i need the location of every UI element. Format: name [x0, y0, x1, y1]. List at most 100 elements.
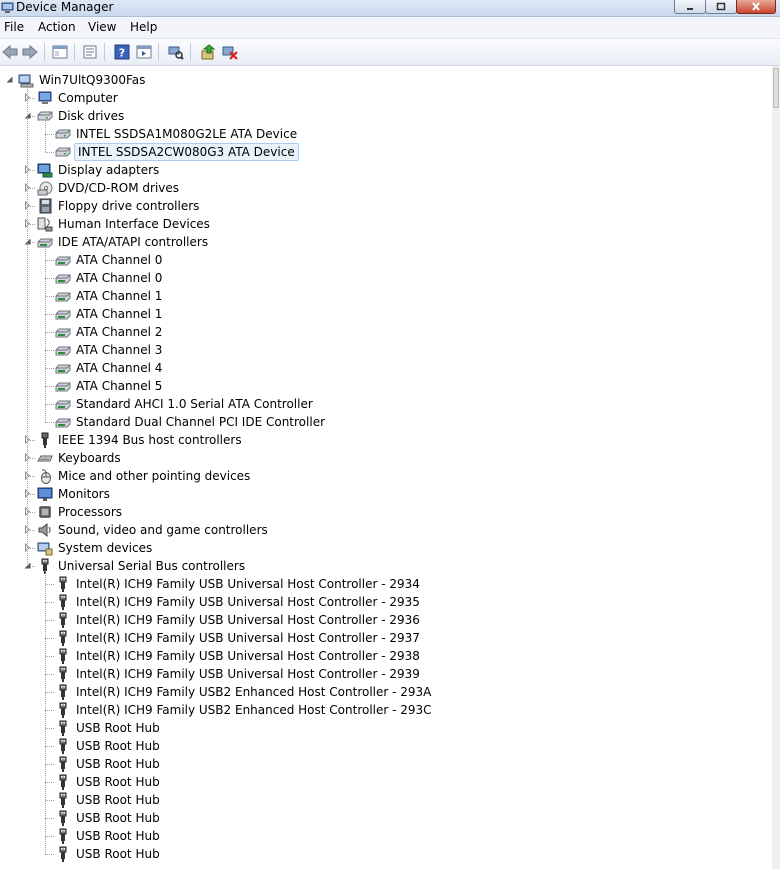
tree-connector: [45, 278, 54, 279]
tree-item-label: Sound, video and game controllers: [58, 523, 268, 537]
tree-connector: [45, 746, 54, 747]
tree-device-item[interactable]: USB Root Hub: [55, 773, 162, 791]
tree-category-item[interactable]: IEEE 1394 Bus host controllers: [37, 431, 244, 449]
up-one-level-button[interactable]: [50, 42, 70, 62]
tree-device-item[interactable]: INTEL SSDSA2CW080G3 ATA Device: [55, 143, 299, 161]
toolbar: ?: [0, 39, 780, 66]
device-manager-icon: [1, 2, 14, 13]
tree-category-item[interactable]: Processors: [37, 503, 124, 521]
toolbar-separator: [104, 43, 105, 61]
uninstall-button[interactable]: [220, 42, 240, 62]
tree-device-item[interactable]: Standard AHCI 1.0 Serial ATA Controller: [55, 395, 315, 413]
tree-device-item[interactable]: USB Root Hub: [55, 809, 162, 827]
usb-icon: [59, 576, 67, 592]
tree-item-label: ATA Channel 5: [76, 379, 163, 393]
tree-category-item[interactable]: Human Interface Devices: [37, 215, 212, 233]
tree-item-label: ATA Channel 1: [76, 289, 163, 303]
tree-category-item[interactable]: Mice and other pointing devices: [37, 467, 252, 485]
tree-device-item[interactable]: Intel(R) ICH9 Family USB Universal Host …: [55, 575, 422, 593]
tree-category-item[interactable]: Sound, video and game controllers: [37, 521, 270, 539]
vertical-scrollbar[interactable]: [772, 66, 780, 869]
tree-item-label: Standard AHCI 1.0 Serial ATA Controller: [76, 397, 313, 411]
tree-category-item[interactable]: System devices: [37, 539, 154, 557]
tree-device-item[interactable]: Intel(R) ICH9 Family USB2 Enhanced Host …: [55, 683, 433, 701]
help-button[interactable]: ?: [112, 42, 132, 62]
tree-device-item[interactable]: ATA Channel 2: [55, 323, 164, 341]
tree-device-item[interactable]: Intel(R) ICH9 Family USB2 Enhanced Host …: [55, 701, 434, 719]
tree-device-item[interactable]: ATA Channel 1: [55, 305, 164, 323]
back-button[interactable]: [0, 42, 20, 62]
tree-device-item[interactable]: Intel(R) ICH9 Family USB Universal Host …: [55, 611, 422, 629]
properties-button[interactable]: [80, 42, 100, 62]
help-icon: ?: [114, 44, 130, 60]
tree-device-item[interactable]: ATA Channel 0: [55, 269, 164, 287]
tree-connector: [45, 854, 54, 855]
tree-item-label: Keyboards: [58, 451, 121, 465]
tree-device-item[interactable]: USB Root Hub: [55, 755, 162, 773]
sound-icon: [38, 522, 51, 538]
scan-hardware-button[interactable]: [166, 42, 186, 62]
tree-connector: [45, 121, 46, 152]
tree-connector: [45, 422, 54, 423]
display-adapter-icon: [37, 163, 53, 178]
tree-category-item[interactable]: IDE ATA/ATAPI controllers: [37, 233, 210, 251]
usb-icon: [59, 846, 67, 862]
tree-device-item[interactable]: USB Root Hub: [55, 719, 162, 737]
tree-item-label: ATA Channel 0: [76, 271, 163, 285]
menu-view[interactable]: View: [88, 20, 116, 35]
menu-bar: File Action View Help: [0, 17, 780, 39]
menu-action[interactable]: Action: [38, 20, 76, 35]
tree-device-item[interactable]: USB Root Hub: [55, 845, 162, 863]
tree-device-item[interactable]: Standard Dual Channel PCI IDE Controller: [55, 413, 327, 431]
action-pane-button[interactable]: [134, 42, 154, 62]
tree-device-item[interactable]: Intel(R) ICH9 Family USB Universal Host …: [55, 665, 422, 683]
tree-item-label: Universal Serial Bus controllers: [58, 559, 246, 573]
tree-connector: [45, 638, 54, 639]
tree-device-item[interactable]: USB Root Hub: [55, 791, 162, 809]
root-expander[interactable]: [5, 75, 14, 84]
tree-device-item[interactable]: ATA Channel 4: [55, 359, 164, 377]
tree-device-item[interactable]: Intel(R) ICH9 Family USB Universal Host …: [55, 593, 422, 611]
tree-category-item[interactable]: Display adapters: [37, 161, 161, 179]
minimize-button[interactable]: [674, 0, 706, 14]
close-button[interactable]: [736, 0, 776, 14]
keyboard-icon: [37, 455, 53, 462]
usb-icon: [59, 648, 67, 664]
forward-arrow-icon: [22, 45, 38, 59]
tree-category-item[interactable]: DVD/CD-ROM drives: [37, 179, 181, 197]
device-tree[interactable]: Win7UltQ9300Fas Computer Disk drives INTEL …: [0, 66, 772, 869]
menu-file[interactable]: File: [4, 20, 24, 35]
tree-connector: [45, 602, 54, 603]
tree-root-item[interactable]: Win7UltQ9300Fas: [18, 71, 147, 89]
tree-category-item[interactable]: Keyboards: [37, 449, 123, 467]
tree-device-item[interactable]: INTEL SSDSA1M080G2LE ATA Device: [55, 125, 299, 143]
tree-device-item[interactable]: Intel(R) ICH9 Family USB Universal Host …: [55, 647, 422, 665]
tree-device-item[interactable]: USB Root Hub: [55, 737, 162, 755]
tree-category-item[interactable]: Floppy drive controllers: [37, 197, 201, 215]
menu-help[interactable]: Help: [130, 20, 157, 35]
tree-device-item[interactable]: ATA Channel 0: [55, 251, 164, 269]
tree-category-item[interactable]: Disk drives: [37, 107, 126, 125]
title-bar[interactable]: Device Manager: [0, 0, 780, 17]
update-driver-button[interactable]: [198, 42, 218, 62]
tree-device-item[interactable]: ATA Channel 1: [55, 287, 164, 305]
tree-connector: [45, 692, 54, 693]
tree-item-label: IEEE 1394 Bus host controllers: [58, 433, 242, 447]
ide-controller-icon: [55, 364, 71, 374]
tree-category-item[interactable]: Universal Serial Bus controllers: [37, 557, 247, 575]
root-computer-icon: [18, 74, 34, 88]
tree-device-item[interactable]: ATA Channel 5: [55, 377, 164, 395]
usb-icon: [59, 738, 67, 754]
tree-device-item[interactable]: ATA Channel 3: [55, 341, 164, 359]
tree-category-item[interactable]: Monitors: [37, 485, 112, 503]
tree-device-item[interactable]: Intel(R) ICH9 Family USB Universal Host …: [55, 629, 422, 647]
tree-category-item[interactable]: Computer: [37, 89, 120, 107]
tree-device-item[interactable]: USB Root Hub: [55, 827, 162, 845]
tree-connector: [45, 571, 46, 854]
floppy-controller-icon: [39, 198, 52, 214]
hid-icon: [37, 217, 53, 232]
maximize-button[interactable]: [705, 0, 737, 14]
console-tree-icon: [52, 45, 68, 59]
forward-button[interactable]: [20, 42, 40, 62]
scrollbar-thumb[interactable]: [773, 68, 779, 108]
